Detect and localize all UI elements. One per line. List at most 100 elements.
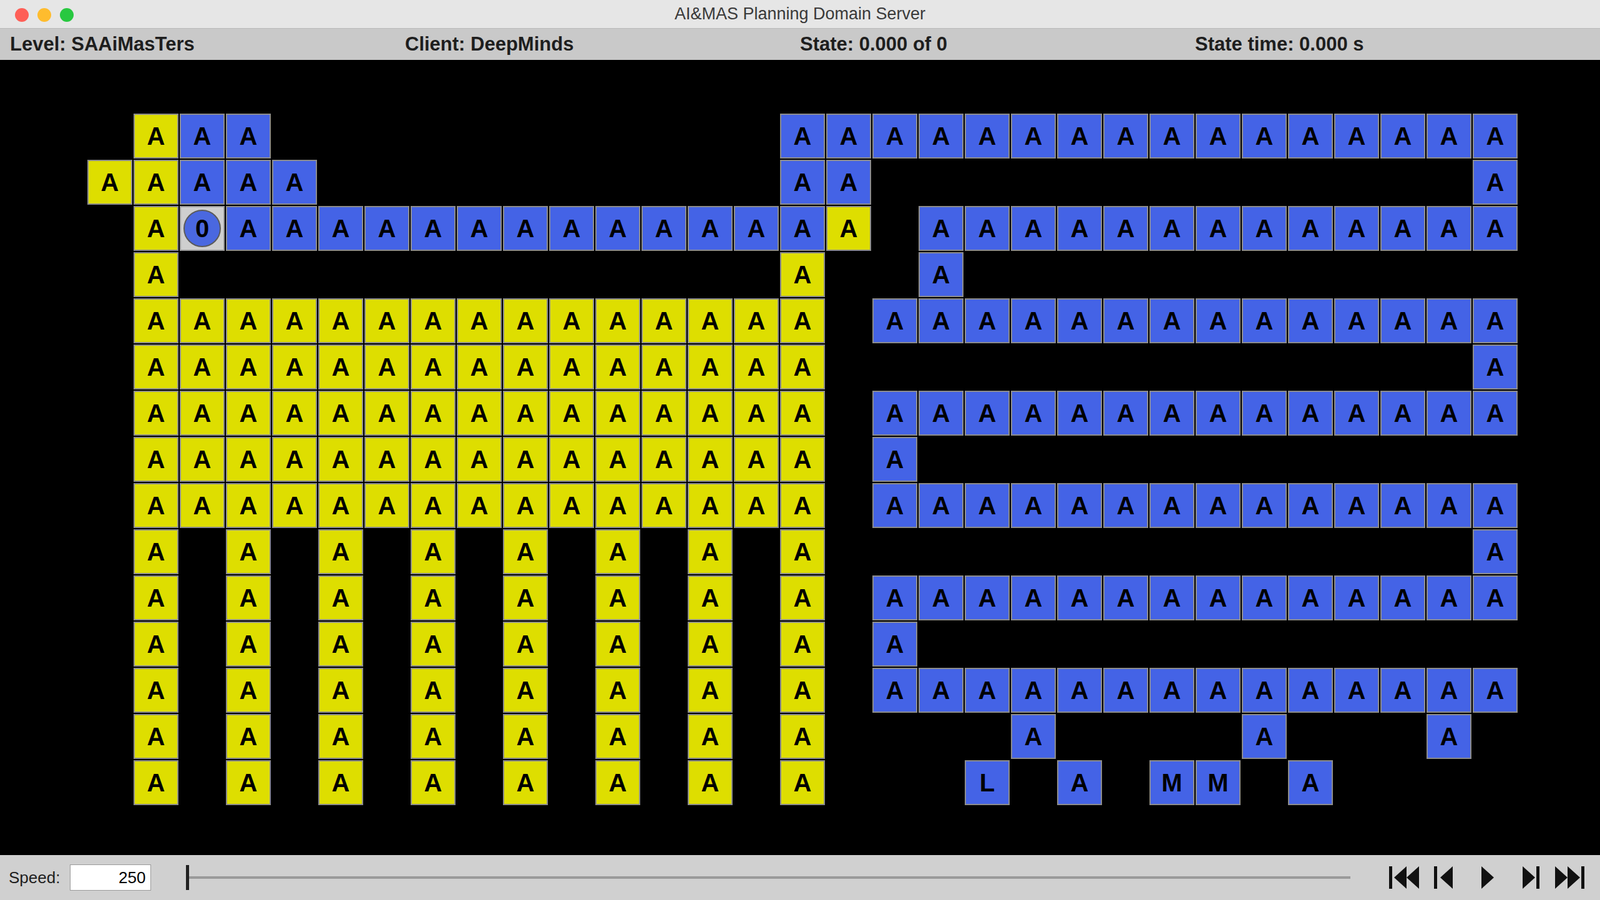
box: A [1241,713,1287,759]
box-cell: A [1010,482,1057,529]
box: A [272,390,318,436]
box-cell: A [179,390,226,437]
box-cell: A [1425,112,1473,160]
first-state-button[interactable] [1385,859,1425,895]
last-state-button[interactable] [1550,859,1589,895]
box: A [456,298,502,344]
speed-label: Speed: [8,865,60,890]
empty-cell [825,528,872,575]
empty-cell [964,436,1011,483]
box: A [364,205,410,251]
timeline-slider[interactable] [185,876,1351,879]
box: A [1195,482,1241,528]
box-cell: A [502,759,549,806]
empty-cell [363,667,410,714]
box: A [1195,575,1241,621]
box: A [780,390,825,436]
box: A [549,344,595,390]
play-button[interactable] [1467,859,1507,895]
empty-cell [1472,251,1519,298]
box-cell: A [825,112,872,160]
box: A [318,575,364,621]
box-cell: A [733,482,780,529]
box: A [872,667,918,713]
box: A [595,621,641,667]
box-cell: A [502,482,549,529]
empty-cell [1287,251,1334,298]
empty-cell [1010,251,1057,298]
box: A [641,205,687,251]
box-cell: A [132,713,180,760]
empty-cell [964,620,1011,668]
empty-cell [1333,759,1380,806]
box: A [687,760,733,805]
box: A [1057,390,1103,436]
timeline-thumb[interactable] [185,864,190,890]
box: A [780,113,825,159]
close-icon[interactable] [14,8,29,22]
empty-cell [1472,620,1519,668]
empty-cell [363,574,410,621]
box-cell: A [225,620,272,668]
box: A [1149,482,1195,528]
empty-cell [548,574,595,621]
box-cell: A [1148,112,1196,160]
box: A [364,298,410,344]
empty-cell [1102,436,1149,483]
box: A [595,390,641,436]
box-cell: A [687,528,734,575]
box: A [1287,205,1333,251]
empty-cell [548,713,595,760]
box-cell: A [132,574,180,621]
empty-cell [1241,436,1288,483]
empty-cell [687,159,734,206]
box: A [133,621,179,667]
empty-cell [363,759,410,806]
box: A [1195,113,1241,159]
box: A [1472,159,1518,205]
grid-row: AAAAAAAAAAAAAAAAAAAAAAAAAAAAA [86,297,1600,344]
box: A [1472,298,1518,344]
box-cell: A [225,667,272,714]
empty-cell [1425,343,1473,391]
box-cell: A [363,205,410,252]
box: A [502,713,548,759]
box-cell: A [1241,482,1288,529]
box-cell: A [317,713,364,760]
box-cell: A [594,574,641,621]
box-cell: A [225,436,272,483]
window-title: AI&MAS Planning Domain Server [674,1,926,27]
next-state-button[interactable] [1508,859,1548,895]
previous-state-icon [1429,863,1463,892]
zoom-icon[interactable] [59,8,74,22]
box-cell: A [1102,205,1149,252]
box: A [179,113,225,159]
box-cell: A [825,159,872,206]
box: A [1010,205,1056,251]
grid-row: AAAAAAAAAAAAAAAAAAAAAA [86,574,1600,621]
box-cell: A [456,436,503,483]
minimize-icon[interactable] [37,8,52,22]
box: A [549,390,595,436]
box: A [364,390,410,436]
box-cell: A [317,528,364,575]
empty-cell [964,343,1011,391]
speed-input[interactable] [69,864,152,891]
box: A [1380,298,1426,344]
box: A [1241,298,1287,344]
box-cell: A [1010,574,1057,621]
empty-cell [548,620,595,668]
box-cell: A [1379,574,1426,621]
box: A [733,344,779,390]
empty-cell [1102,620,1149,668]
previous-state-button[interactable] [1426,859,1466,895]
empty-cell [1333,343,1380,391]
box-cell: A [964,667,1011,714]
box-cell: A [1333,482,1380,529]
empty-cell [86,390,133,437]
grid-row: AAAAAAAAAAAAAAAAAAAAAAAAAAAAA [86,482,1600,529]
empty-cell [1333,251,1380,298]
empty-cell [871,528,918,575]
empty-cell [456,620,503,668]
empty-cell [1379,436,1426,483]
